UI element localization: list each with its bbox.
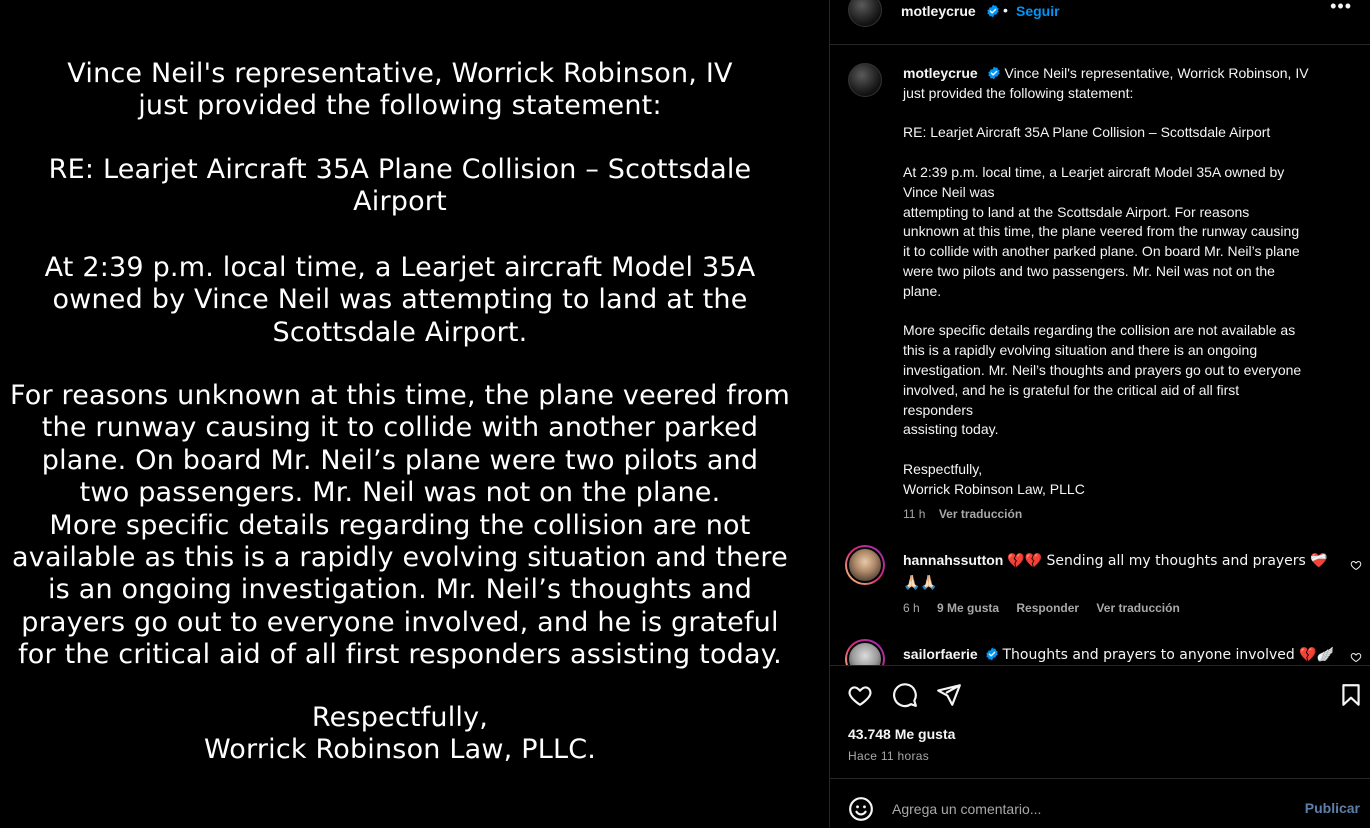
verified-badge-icon bbox=[985, 647, 998, 661]
caption-text: Vince Neil's representative, Worrick Rob… bbox=[1004, 65, 1309, 81]
header-separator: • bbox=[1003, 2, 1008, 18]
post-likes-count[interactable]: 43.748 Me gusta bbox=[848, 726, 955, 742]
more-options-icon[interactable]: ••• bbox=[1330, 0, 1352, 17]
comment-reply-link[interactable]: Responder bbox=[1016, 601, 1079, 615]
caption-meta: 11 h Ver traducción bbox=[903, 507, 1032, 521]
caption-line: Vince Neil was bbox=[903, 183, 995, 200]
author-username[interactable]: motleycrue bbox=[901, 3, 976, 19]
caption-line: it to collide with another parked plane.… bbox=[903, 243, 1300, 260]
publish-button[interactable]: Publicar bbox=[1305, 800, 1360, 816]
caption-translate-link[interactable]: Ver traducción bbox=[939, 507, 1022, 521]
image-statement-details: For reasons unknown at this time, the pl… bbox=[9, 380, 791, 671]
caption-line: More specific details regarding the coll… bbox=[903, 322, 1296, 339]
comment-bubble-icon[interactable] bbox=[892, 682, 918, 708]
comment-item: hannahssutton 💔💔 Sending all my thoughts… bbox=[903, 550, 1343, 594]
comment-item: sailorfaerie Thoughts and prayers to any… bbox=[903, 644, 1343, 665]
author-avatar[interactable] bbox=[848, 0, 882, 27]
post-image[interactable]: Vince Neil's representative, Worrick Rob… bbox=[0, 0, 829, 828]
instagram-post-view: Vince Neil's representative, Worrick Rob… bbox=[0, 0, 1370, 828]
follow-button[interactable]: Seguir bbox=[1016, 3, 1060, 19]
caption-line: motleycrue Vince Neil's representative, … bbox=[903, 64, 1351, 84]
caption-line: just provided the following statement: bbox=[903, 84, 1134, 101]
caption-line: attempting to land at the Scottsdale Air… bbox=[903, 203, 1250, 220]
comment-meta: 6 h 9 Me gusta Responder Ver traducción bbox=[903, 601, 1194, 615]
caption-line: investigation. Mr. Neil’s thoughts and p… bbox=[903, 361, 1302, 378]
post-header: motleycrue • Seguir ••• bbox=[830, 0, 1370, 45]
comment-text: 💔💔 Sending all my thoughts and prayers ❤… bbox=[1007, 553, 1328, 569]
comment-likes-count[interactable]: 9 Me gusta bbox=[937, 601, 999, 615]
commenter-avatar[interactable] bbox=[845, 639, 885, 665]
caption-time: 11 h bbox=[903, 507, 926, 521]
comment-text-continued: 🙏🏻🙏🏻 bbox=[903, 575, 938, 591]
caption-username[interactable]: motleycrue bbox=[903, 65, 978, 81]
image-statement-incident: At 2:39 p.m. local time, a Learjet aircr… bbox=[44, 252, 756, 348]
comment-translate-link[interactable]: Ver traducción bbox=[1096, 601, 1179, 615]
comment-input[interactable] bbox=[890, 795, 1274, 823]
comment-time: 6 h bbox=[903, 601, 920, 615]
caption-line: At 2:39 p.m. local time, a Learjet aircr… bbox=[903, 163, 1285, 180]
caption-line: assisting today. bbox=[903, 421, 999, 438]
caption-line: unknown at this time, the plane veered f… bbox=[903, 223, 1300, 240]
image-statement-signature: Respectfully, Worrick Robinson Law, PLLC… bbox=[203, 702, 597, 766]
image-statement-intro: Vince Neil's representative, Worrick Rob… bbox=[67, 58, 733, 122]
comment-username[interactable]: sailorfaerie bbox=[903, 646, 978, 662]
caption-line: Respectfully, bbox=[903, 460, 983, 477]
comment-like-heart-icon[interactable] bbox=[1350, 559, 1362, 571]
add-comment-bar: Publicar bbox=[830, 778, 1370, 828]
verified-badge-icon bbox=[987, 66, 1000, 80]
caption-line: responders bbox=[903, 401, 974, 418]
caption-author-avatar[interactable] bbox=[848, 63, 882, 97]
share-send-icon[interactable] bbox=[936, 682, 962, 708]
verified-badge-icon bbox=[983, 3, 1000, 21]
comment-username[interactable]: hannahssutton bbox=[903, 552, 1003, 568]
post-caption: motleycrue Vince Neil's representative, … bbox=[903, 64, 1351, 500]
post-actions: 43.748 Me gusta Hace 11 horas bbox=[830, 665, 1370, 779]
emoji-smiley-icon[interactable] bbox=[848, 796, 874, 822]
caption-line: RE: Learjet Aircraft 35A Plane Collision… bbox=[903, 124, 1271, 141]
caption-line: Worrick Robinson Law, PLLC bbox=[903, 480, 1085, 497]
image-statement-subject: RE: Learjet Aircraft 35A Plane Collision… bbox=[48, 154, 752, 218]
save-bookmark-icon[interactable] bbox=[1338, 682, 1364, 708]
comments-section[interactable]: motleycrue Vince Neil's representative, … bbox=[830, 45, 1370, 665]
comment-text: Thoughts and prayers to anyone involved … bbox=[1002, 647, 1335, 663]
commenter-avatar[interactable] bbox=[845, 545, 885, 585]
comment-like-heart-icon[interactable] bbox=[1350, 651, 1362, 663]
caption-line: this is a rapidly evolving situation and… bbox=[903, 342, 1258, 359]
like-heart-icon[interactable] bbox=[847, 682, 873, 708]
caption-line: were two pilots and two passengers. Mr. … bbox=[903, 262, 1275, 279]
caption-line: plane. bbox=[903, 282, 942, 299]
post-side-panel: motleycrue • Seguir ••• motleycrue Vince… bbox=[829, 0, 1370, 828]
caption-line: involved, and he is grateful for the cri… bbox=[903, 381, 1240, 398]
post-timestamp[interactable]: Hace 11 horas bbox=[848, 749, 929, 763]
